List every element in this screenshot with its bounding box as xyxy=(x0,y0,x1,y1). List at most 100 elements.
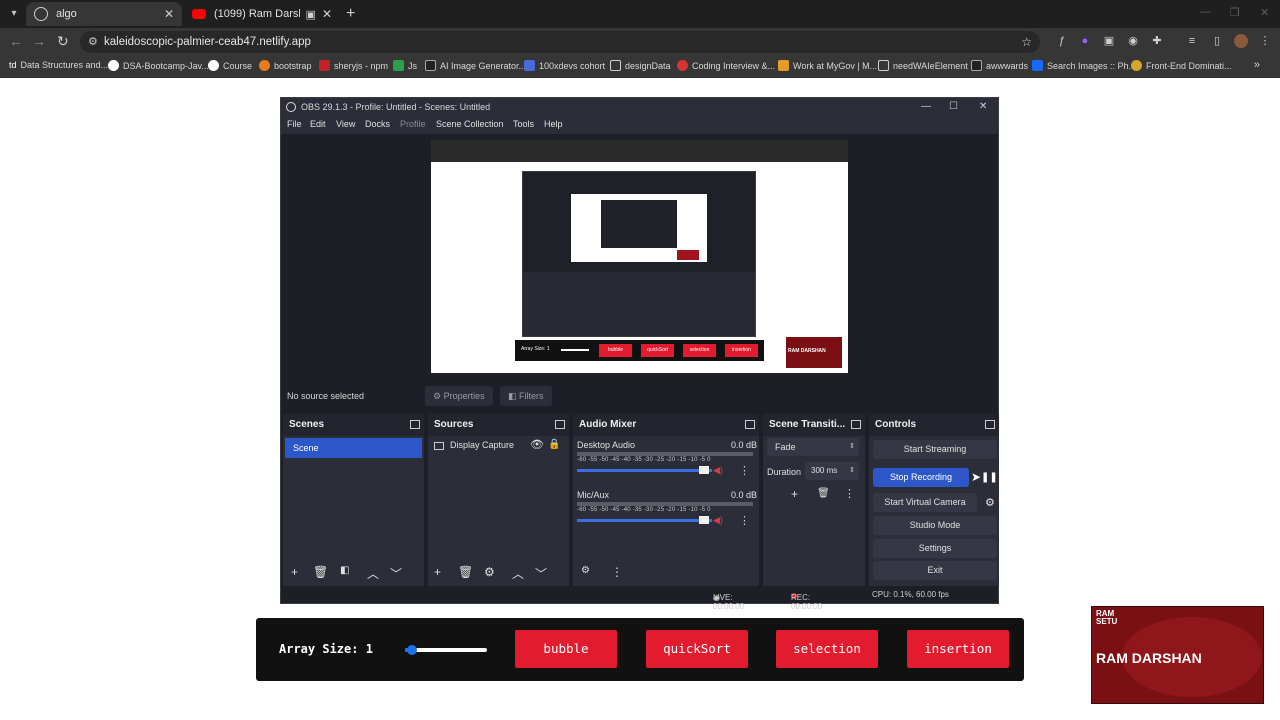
undock-icon[interactable] xyxy=(555,420,565,429)
bookmark-item[interactable]: needWAIeElement xyxy=(878,60,968,71)
menu-profile[interactable]: Profile xyxy=(400,119,426,129)
quick-sort-button[interactable]: quickSort xyxy=(646,630,748,668)
extensions-puzzle-icon[interactable]: ✚ xyxy=(1150,34,1164,48)
close-window-icon[interactable]: ✕ xyxy=(1260,6,1269,19)
scene-filters-icon[interactable]: ◧ xyxy=(340,565,349,576)
selection-sort-button[interactable]: selection xyxy=(776,630,878,668)
menu-edit[interactable]: Edit xyxy=(310,119,326,129)
new-tab-icon[interactable]: + xyxy=(346,5,355,23)
menu-view[interactable]: View xyxy=(336,119,355,129)
remove-transition-icon[interactable]: 🗑 xyxy=(817,488,830,499)
undock-icon[interactable] xyxy=(410,420,420,429)
add-transition-icon[interactable]: + xyxy=(791,487,798,501)
transition-menu-icon[interactable]: ⋮ xyxy=(844,487,855,500)
bookmark-item[interactable]: Search Images :: Ph... xyxy=(1032,60,1136,71)
profile-avatar[interactable] xyxy=(1234,34,1248,48)
start-virtual-camera-button[interactable]: Start Virtual Camera xyxy=(873,493,977,512)
forward-icon[interactable]: → xyxy=(32,33,46,49)
bubble-sort-button[interactable]: bubble xyxy=(515,630,617,668)
obs-close-icon[interactable]: ✕ xyxy=(979,98,987,116)
speaker-icon[interactable]: ◀) xyxy=(713,465,723,476)
bookmark-item[interactable]: awwwards xyxy=(971,60,1028,71)
bookmark-item[interactable]: 100xdevs cohort xyxy=(524,60,605,71)
address-bar[interactable]: ⚙ kaleidoscopic-palmier-ceab47.netlify.a… xyxy=(80,31,1040,53)
bookmark-item[interactable]: Work at MyGov | M... xyxy=(778,60,877,71)
tab-search-icon[interactable]: ▾ xyxy=(6,6,22,22)
side-panel-icon[interactable]: ▯ xyxy=(1210,34,1224,48)
bookmark-item[interactable]: bootstrap xyxy=(259,60,312,71)
bookmark-item[interactable]: Course xyxy=(208,60,252,71)
close-tab-icon[interactable]: ✕ xyxy=(322,7,332,21)
undock-icon[interactable] xyxy=(745,420,755,429)
start-streaming-button[interactable]: Start Streaming xyxy=(873,440,997,459)
menu-help[interactable]: Help xyxy=(544,119,563,129)
mixer-menu-icon[interactable]: ⋮ xyxy=(611,565,623,579)
channel-menu-icon[interactable]: ⋮ xyxy=(739,514,750,527)
reload-icon[interactable]: ↻ xyxy=(57,33,69,50)
obs-maximize-icon[interactable]: ☐ xyxy=(949,98,958,116)
media-controls-icon[interactable]: ≡ xyxy=(1185,34,1199,48)
menu-file[interactable]: File xyxy=(287,119,302,129)
source-list-item[interactable]: Display Capture xyxy=(434,440,514,450)
maximize-window-icon[interactable]: ❐ xyxy=(1230,6,1240,19)
settings-button[interactable]: Settings xyxy=(873,539,997,558)
move-source-down-icon[interactable]: ﹀ xyxy=(535,565,547,582)
browser-tab-youtube[interactable]: (1099) Ram Darshan | Ram ▣ ✕ xyxy=(184,2,340,26)
menu-docks[interactable]: Docks xyxy=(365,119,390,129)
advanced-audio-icon[interactable]: ⚙ xyxy=(581,565,590,576)
browser-tab-algo[interactable]: algo ✕ xyxy=(26,2,182,26)
filters-button[interactable]: ◧ Filters xyxy=(500,386,552,406)
bookmark-star-icon[interactable]: ☆ xyxy=(1021,31,1032,53)
extension-purple-icon[interactable]: ● xyxy=(1078,34,1092,48)
menu-tools[interactable]: Tools xyxy=(513,119,534,129)
menu-scene-collection[interactable]: Scene Collection xyxy=(436,119,504,129)
speaker-icon[interactable]: ◀) xyxy=(713,515,723,526)
close-tab-icon[interactable]: ✕ xyxy=(164,7,174,21)
site-info-icon[interactable]: ⚙ xyxy=(88,31,98,53)
undock-icon[interactable] xyxy=(985,420,995,429)
obs-minimize-icon[interactable]: — xyxy=(921,98,931,116)
volume-fader[interactable] xyxy=(577,469,712,472)
move-scene-down-icon[interactable]: ﹀ xyxy=(390,565,402,582)
array-size-slider[interactable] xyxy=(405,645,487,655)
obs-preview-canvas[interactable]: Array Size: 1 bubble quickSort selection… xyxy=(431,140,848,373)
bookmark-item[interactable]: DSA-Bootcamp-Jav... xyxy=(108,60,209,71)
pause-recording-icon[interactable]: ❚❚ xyxy=(981,472,998,483)
bookmark-item[interactable]: td Data Structures and... xyxy=(9,60,108,70)
volume-fader[interactable] xyxy=(577,519,712,522)
channel-menu-icon[interactable]: ⋮ xyxy=(739,464,750,477)
studio-mode-button[interactable]: Studio Mode xyxy=(873,516,997,535)
duration-input[interactable]: 300 ms ⇕ xyxy=(805,462,859,480)
more-bookmarks-icon[interactable]: » xyxy=(1254,59,1260,71)
exit-button[interactable]: Exit xyxy=(873,561,997,580)
stepper-icon[interactable]: ⇕ xyxy=(849,462,855,480)
cast-icon[interactable]: ▣ xyxy=(306,8,316,21)
bookmark-item[interactable]: Coding Interview &... xyxy=(677,60,775,71)
bookmark-item[interactable]: sheryjs - npm xyxy=(319,60,388,71)
properties-button[interactable]: ⚙ Properties xyxy=(425,386,493,406)
minimize-window-icon[interactable]: — xyxy=(1200,6,1211,18)
bookmark-item[interactable]: AI Image Generator... xyxy=(425,60,526,71)
remove-source-icon[interactable]: 🗑 xyxy=(458,565,473,579)
slider-thumb[interactable] xyxy=(407,645,418,655)
virtual-camera-settings-icon[interactable]: ⚙ xyxy=(985,496,995,509)
move-scene-up-icon[interactable]: ︿ xyxy=(367,565,379,582)
bookmark-item[interactable]: Js xyxy=(393,60,417,71)
undock-icon[interactable] xyxy=(851,420,861,429)
lock-icon[interactable]: 🔒 xyxy=(548,439,560,450)
add-scene-icon[interactable]: + xyxy=(291,565,298,579)
browser-menu-icon[interactable]: ⋮ xyxy=(1258,34,1272,48)
insertion-sort-button[interactable]: insertion xyxy=(907,630,1009,668)
source-properties-icon[interactable]: ⚙ xyxy=(484,565,495,579)
visibility-eye-icon[interactable]: 👁 xyxy=(530,438,544,451)
volume-fader-handle[interactable] xyxy=(699,466,709,474)
bookmark-item[interactable]: Front-End Dominati... xyxy=(1131,60,1232,71)
bookmark-item[interactable]: designData xyxy=(610,60,671,71)
scene-list-item[interactable]: Scene xyxy=(285,438,422,458)
transition-type-select[interactable]: Fade ⇕ xyxy=(767,438,859,456)
volume-fader-handle[interactable] xyxy=(699,516,709,524)
stop-recording-button[interactable]: Stop Recording xyxy=(873,468,969,487)
extension-screen-icon[interactable]: ▣ xyxy=(1102,34,1116,48)
add-source-icon[interactable]: + xyxy=(434,565,441,579)
back-icon[interactable]: ← xyxy=(9,33,23,49)
